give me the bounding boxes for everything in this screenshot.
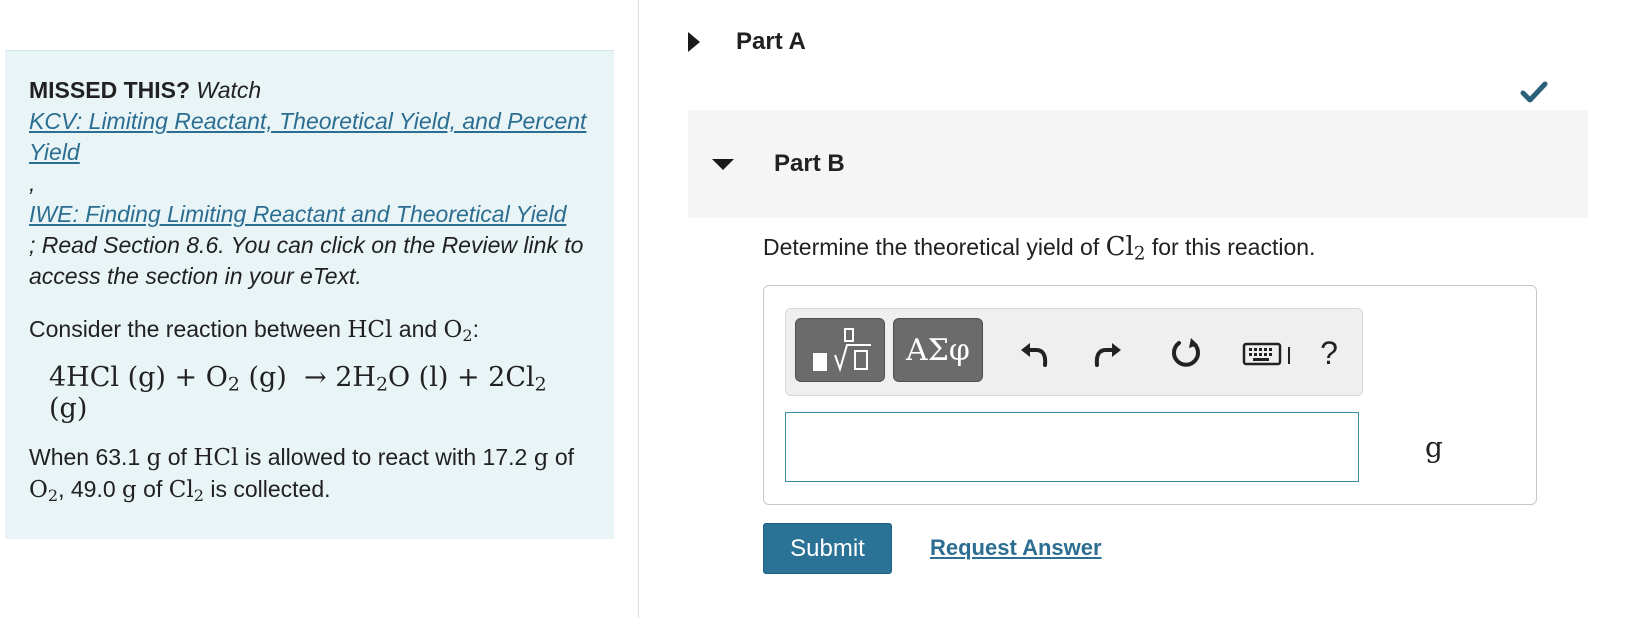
- templates-icon: [813, 328, 871, 373]
- iwe-video-link[interactable]: IWE: Finding Limiting Reactant and Theor…: [29, 199, 590, 230]
- reaction-equation: 4HCl (g) + O2 (g) → 2H2O (l) + 2Cl2 (g): [49, 362, 547, 424]
- submit-button[interactable]: Submit: [763, 523, 892, 574]
- check-icon: [1520, 81, 1548, 103]
- reset-button[interactable]: [1166, 333, 1206, 373]
- redo-icon: [1094, 343, 1121, 367]
- missed-this-line: MISSED THIS? Watch: [29, 75, 590, 106]
- consider-text: Consider the reaction between HCl and O2…: [29, 316, 480, 346]
- request-answer-link[interactable]: Request Answer: [930, 535, 1102, 561]
- watch-label: Watch: [196, 77, 262, 103]
- instructions-panel: MISSED THIS? Watch KCV: Limiting Reactan…: [5, 50, 614, 539]
- kcv-video-link[interactable]: KCV: Limiting Reactant, Theoretical Yiel…: [29, 106, 590, 168]
- templates-button[interactable]: [795, 318, 885, 382]
- collapse-triangle-icon: [712, 158, 734, 170]
- part-a-header[interactable]: Part A: [688, 22, 806, 62]
- keyboard-button[interactable]: [1242, 333, 1298, 373]
- read-section-text: ; Read Section 8.6. You can click on the…: [29, 232, 584, 289]
- answer-box: ΑΣφ ? g: [763, 285, 1537, 505]
- question-text: Determine the theoretical yield of Cl2 f…: [763, 232, 1316, 265]
- redo-button[interactable]: [1088, 333, 1128, 373]
- part-a-title: Part A: [736, 28, 806, 55]
- answer-input[interactable]: [785, 412, 1359, 482]
- panel-divider: [638, 0, 639, 618]
- given-quantities-text: When 63.1 g of HCl is allowed to react w…: [29, 444, 574, 506]
- missed-label: MISSED THIS?: [29, 77, 191, 103]
- o2-formula: O2: [443, 317, 473, 346]
- expand-triangle-icon: [688, 32, 700, 52]
- hcl-formula: HCl: [347, 317, 393, 343]
- part-b-title: Part B: [774, 150, 845, 177]
- symbols-button[interactable]: ΑΣφ: [893, 318, 983, 382]
- comma-separator: ,: [29, 170, 36, 196]
- reset-icon: [1172, 338, 1200, 367]
- part-b-header[interactable]: Part B: [688, 110, 1588, 218]
- undo-icon: [1021, 343, 1048, 367]
- unit-label: g: [1425, 431, 1443, 464]
- help-button[interactable]: ?: [1309, 333, 1349, 373]
- undo-button[interactable]: [1014, 333, 1054, 373]
- math-toolbar: ΑΣφ ?: [785, 308, 1363, 396]
- keyboard-icon: [1242, 342, 1290, 366]
